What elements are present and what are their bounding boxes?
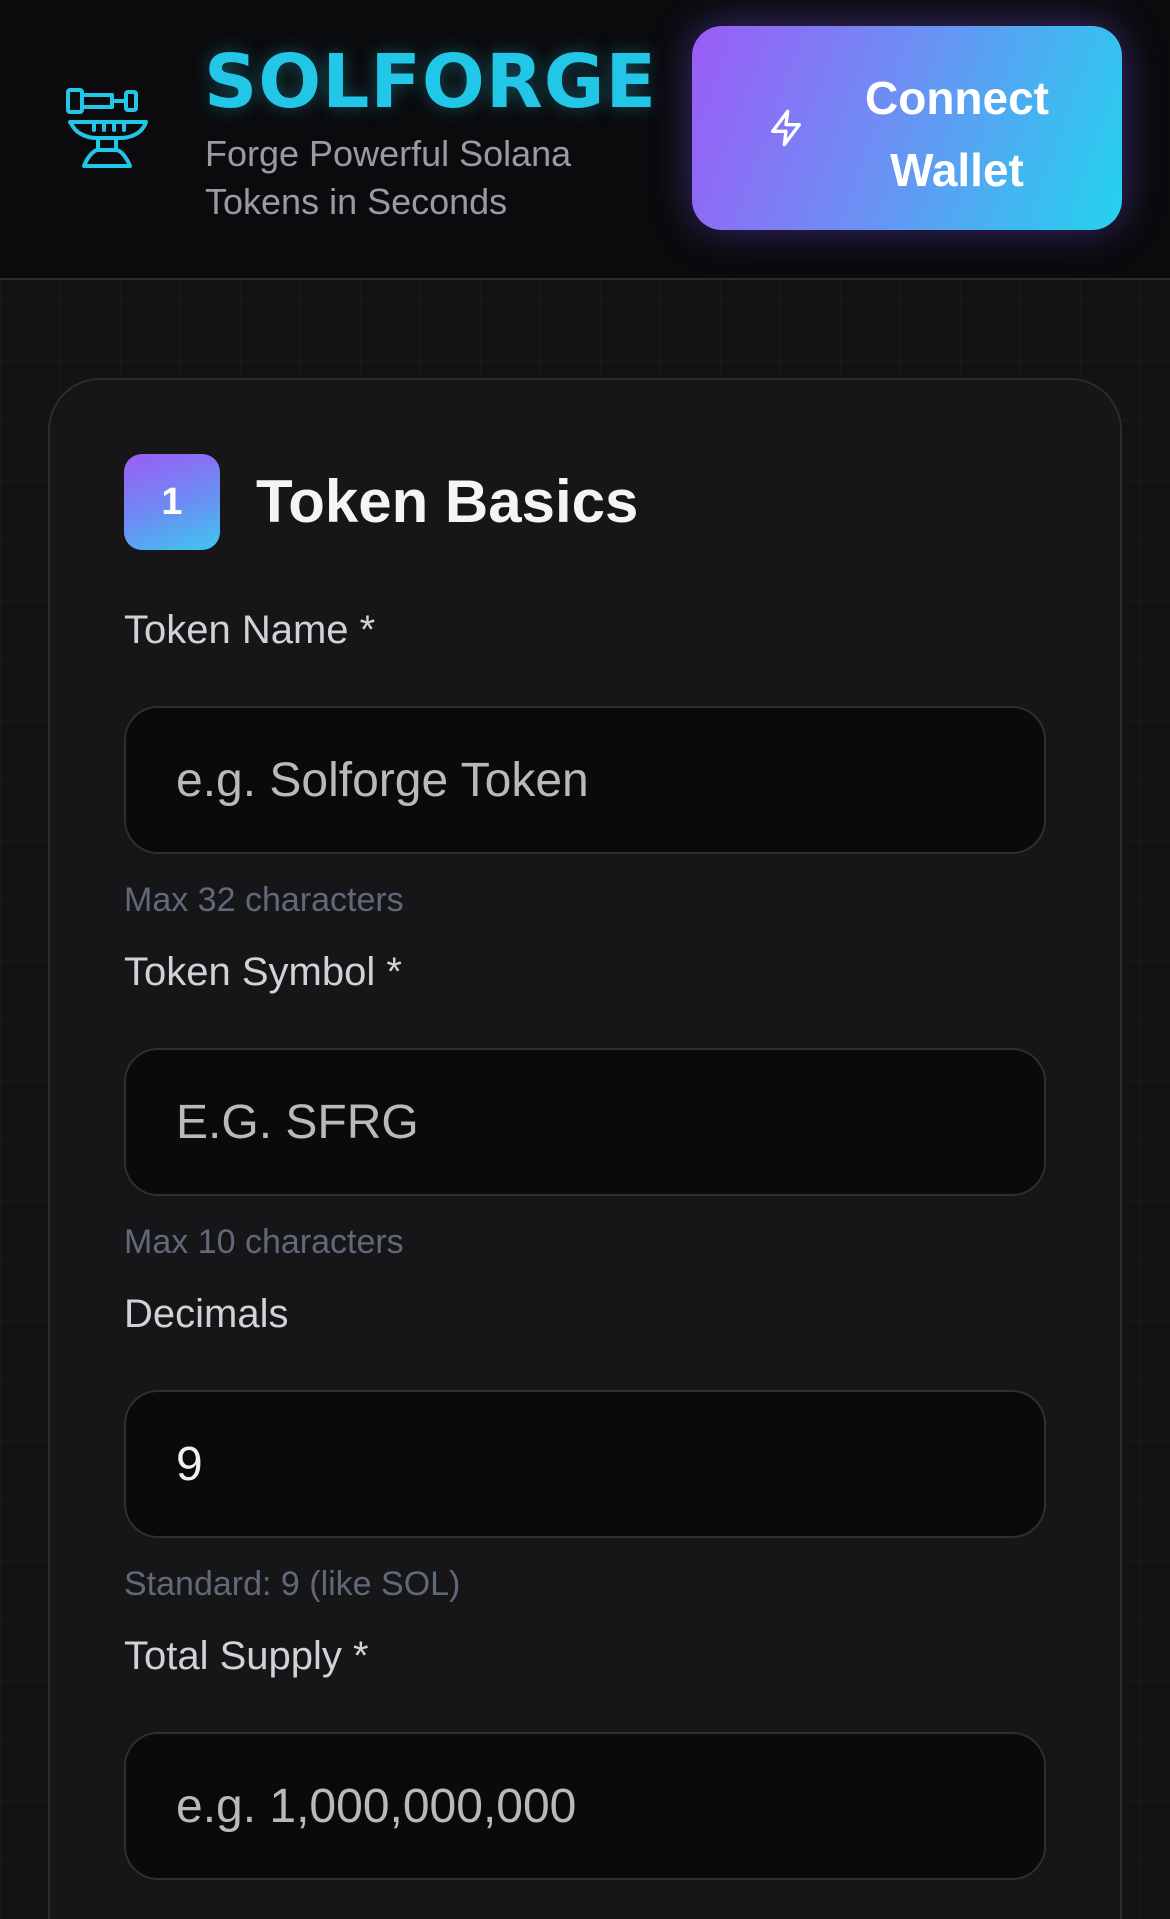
token-symbol-input[interactable] xyxy=(124,1048,1046,1196)
brand-title: SOLFORGE xyxy=(204,39,658,125)
lightning-bolt-icon xyxy=(771,109,801,147)
token-symbol-hint: Max 10 characters xyxy=(124,1223,404,1261)
section-title: Token Basics xyxy=(256,468,639,535)
token-symbol-label: Token Symbol * xyxy=(124,950,402,994)
total-supply-input[interactable] xyxy=(124,1732,1046,1880)
token-name-hint: Max 32 characters xyxy=(124,881,404,919)
page: SOLFORGE Forge Powerful Solana Tokens in… xyxy=(0,0,1170,1919)
decimals-label: Decimals xyxy=(124,1292,289,1336)
brand-subtitle: Forge Powerful Solana Tokens in Seconds xyxy=(205,133,572,222)
token-name-label: Token Name * xyxy=(124,608,376,652)
total-supply-label: Total Supply * xyxy=(124,1634,369,1678)
anvil-hammer-icon xyxy=(66,88,148,168)
decimals-input[interactable] xyxy=(124,1390,1046,1538)
token-basics-card: 1 Token Basics Token Name * Max 32 chara… xyxy=(48,378,1122,1919)
step-number-badge: 1 xyxy=(124,454,220,550)
connect-wallet-label: Connect Wallet xyxy=(865,72,1049,196)
token-name-input[interactable] xyxy=(124,706,1046,854)
top-header: SOLFORGE Forge Powerful Solana Tokens in… xyxy=(0,0,1170,280)
connect-wallet-button[interactable]: Connect Wallet xyxy=(692,26,1122,230)
decimals-hint: Standard: 9 (like SOL) xyxy=(124,1565,461,1603)
